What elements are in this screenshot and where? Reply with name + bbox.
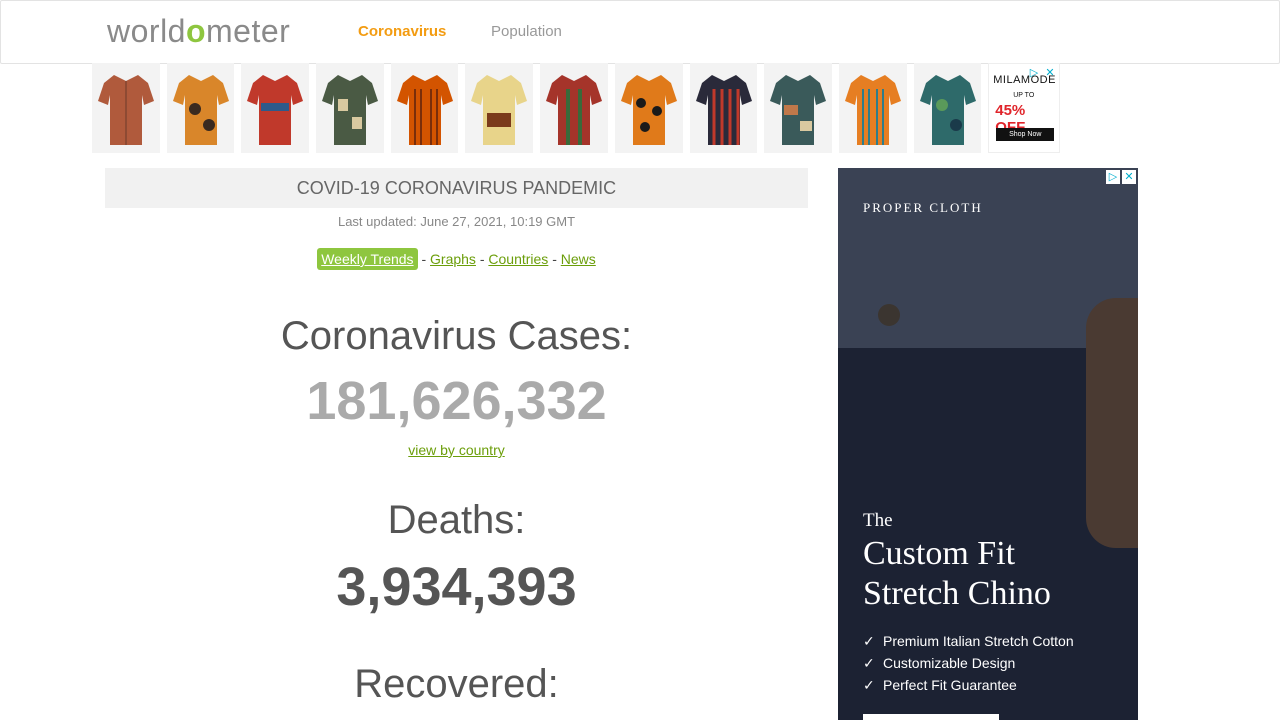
ad-button-image <box>878 304 900 326</box>
link-separator: - <box>417 251 431 267</box>
last-updated: Last updated: June 27, 2021, 10:19 GMT <box>337 214 576 229</box>
nav-population[interactable]: Population <box>491 23 562 40</box>
shirt-product-image[interactable] <box>166 63 235 153</box>
deaths-value: 3,934,393 <box>336 557 577 617</box>
shirt-ad-strip[interactable]: ▷✕ MILAMODE UP TO 45% OFF Shop Now <box>92 63 1060 153</box>
logo-text-meter: meter <box>206 13 291 49</box>
ad-feature-text: Premium Italian Stretch Cotton <box>883 633 1074 649</box>
nav-coronavirus[interactable]: Coronavirus <box>358 23 446 40</box>
shirt-product-image[interactable] <box>465 63 534 153</box>
ad-arm-image <box>1086 298 1138 548</box>
proper-cloth-ad[interactable]: ▷ ✕ PROPER CLOTH The Custom Fit Stretch C… <box>838 168 1138 720</box>
view-by-country-link[interactable]: view by country <box>408 442 504 458</box>
top-navbar: worldometer Coronavirus Population <box>0 0 1280 64</box>
shirt-product-image[interactable] <box>689 63 758 153</box>
shirt-product-image[interactable] <box>316 63 384 153</box>
ad-brand: MILAMODE <box>993 74 1056 86</box>
link-separator: - <box>548 251 561 267</box>
page-title: COVID-19 CORONAVIRUS PANDEMIC <box>105 168 808 208</box>
shirt-product-image[interactable] <box>913 63 982 153</box>
link-news[interactable]: News <box>561 251 596 267</box>
ad-headline: Custom Fit Stretch Chino <box>863 534 1051 614</box>
ad-brand: PROPER CLOTH <box>863 200 983 215</box>
milamode-ad[interactable]: ▷✕ MILAMODE UP TO 45% OFF Shop Now <box>988 63 1060 153</box>
shirt-product-image[interactable] <box>614 63 683 153</box>
view-by-country: view by country <box>105 442 808 458</box>
ad-feature: ✓ Premium Italian Stretch Cotton <box>863 630 1074 652</box>
ad-close-icon[interactable]: ✕ <box>1122 170 1136 184</box>
check-icon: ✓ <box>863 633 875 649</box>
shirt-product-image[interactable] <box>764 63 832 153</box>
shirt-product-image[interactable] <box>390 63 459 153</box>
ad-headline-the: The <box>863 510 893 531</box>
ad-info-icon[interactable]: ▷ <box>1106 170 1120 184</box>
link-graphs[interactable]: Graphs <box>430 251 476 267</box>
logo-text-o: o <box>185 13 207 49</box>
recovered-label: Recovered: <box>354 662 559 706</box>
ad-feature: ✓ Perfect Fit Guarantee <box>863 674 1074 696</box>
ad-choices[interactable]: ▷ ✕ <box>1106 170 1136 184</box>
shirt-product-image[interactable] <box>241 63 310 153</box>
ad-feature: ✓ Customizable Design <box>863 652 1074 674</box>
cases-value: 181,626,332 <box>306 371 607 431</box>
ad-feature-text: Customizable Design <box>883 655 1016 671</box>
ad-feature-text: Perfect Fit Guarantee <box>883 677 1017 693</box>
ad-cta-button[interactable] <box>863 714 999 720</box>
ad-headline-line2: Stretch Chino <box>863 575 1051 612</box>
shirt-product-image[interactable] <box>838 63 907 153</box>
check-icon: ✓ <box>863 655 875 671</box>
link-weekly-trends[interactable]: Weekly Trends <box>317 248 418 270</box>
shirt-product-image[interactable] <box>92 63 160 153</box>
link-separator: - <box>475 251 489 267</box>
link-countries[interactable]: Countries <box>488 251 548 267</box>
worldometer-logo[interactable]: worldometer <box>107 13 290 50</box>
ad-upto: UP TO <box>1013 92 1035 99</box>
ad-shop-button[interactable]: Shop Now <box>996 128 1055 141</box>
ad-feature-list: ✓ Premium Italian Stretch Cotton ✓ Customi… <box>863 630 1074 696</box>
shirt-product-image[interactable] <box>540 63 608 153</box>
cases-label: Coronavirus Cases: <box>280 314 633 358</box>
deaths-label: Deaths: <box>387 498 526 542</box>
check-icon: ✓ <box>863 677 875 693</box>
ad-headline-line1: Custom Fit <box>863 535 1016 572</box>
logo-text-world: world <box>107 13 186 49</box>
section-links: Weekly Trends - Graphs - Countries - New… <box>105 248 808 270</box>
